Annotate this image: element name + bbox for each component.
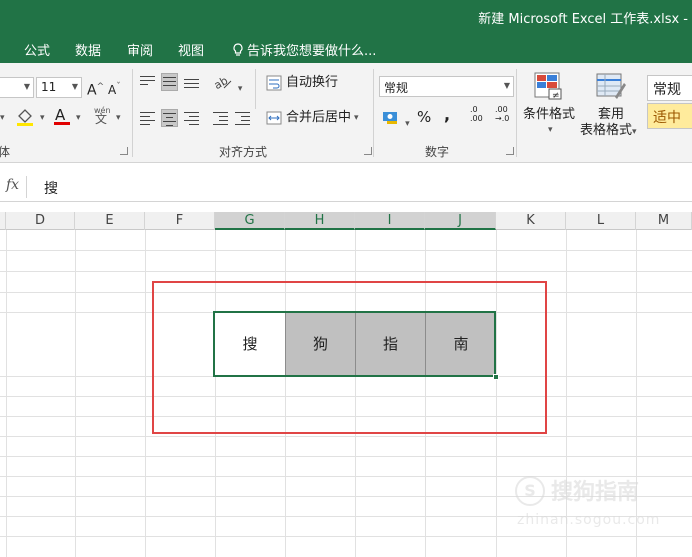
svg-text:A: A xyxy=(55,106,66,124)
column-header-d[interactable]: D xyxy=(6,212,75,230)
column-header-j[interactable]: J xyxy=(425,212,496,230)
column-header-l[interactable]: L xyxy=(566,212,636,230)
align-bottom-icon[interactable] xyxy=(183,73,200,91)
increase-decimal-button[interactable]: .0 .00 xyxy=(470,105,483,123)
svg-text:ab: ab xyxy=(212,74,230,91)
tell-me-box[interactable]: 告诉我您想要做什么... xyxy=(232,40,376,59)
column-header-k[interactable]: K xyxy=(496,212,566,230)
cell-g[interactable]: 搜 xyxy=(215,312,285,376)
formula-input[interactable]: 搜 xyxy=(44,178,58,198)
wrap-text-icon xyxy=(266,75,282,91)
orientation-button[interactable]: ab ▾ xyxy=(212,73,243,99)
merge-cells-icon xyxy=(266,111,282,125)
column-header-i[interactable]: I xyxy=(355,212,425,230)
conditional-format-button[interactable]: 条件格式 xyxy=(523,105,575,125)
column-header-f[interactable]: F xyxy=(145,212,215,230)
column-header-h[interactable]: H xyxy=(285,212,355,230)
font-size-dropdown[interactable]: 11 ▼ xyxy=(36,77,82,98)
text-orientation-icon: ab xyxy=(212,74,232,92)
number-format-dropdown[interactable]: 常规 ▼ xyxy=(379,76,514,97)
align-right-icon[interactable] xyxy=(183,109,200,127)
font-color-button[interactable]: A xyxy=(52,105,72,134)
decrease-font-size-button[interactable]: Aˇ xyxy=(108,77,121,100)
number-dialog-launcher[interactable] xyxy=(506,147,514,155)
decrease-decimal-top: .00 xyxy=(495,105,508,114)
tab-view[interactable]: 视图 xyxy=(178,40,204,59)
merge-center-button[interactable]: 合并后居中 ▾ xyxy=(265,108,359,128)
accounting-format-button[interactable]: ▾ xyxy=(381,108,410,134)
align-left-icon[interactable] xyxy=(139,109,156,127)
svg-text:≠: ≠ xyxy=(552,91,560,101)
window-title: 新建 Microsoft Excel 工作表.xlsx - xyxy=(478,12,688,27)
ribbon: ▼ 11 ▼ A^ Aˇ ▾ ▾ A ▾ wén 文 ▾ 体 ab ▾ 自动换行… xyxy=(0,63,692,163)
comma-style-button[interactable]: , xyxy=(444,105,450,125)
format-as-table-line2: 表格格式 xyxy=(580,123,633,138)
title-bar: 新建 Microsoft Excel 工作表.xlsx - xyxy=(0,0,692,33)
increase-decimal-bottom: .00 xyxy=(470,114,483,123)
column-header-m[interactable]: M xyxy=(636,212,692,230)
font-dialog-launcher[interactable] xyxy=(120,147,128,155)
style-neutral[interactable]: 适中 xyxy=(647,103,692,129)
cell-h[interactable]: 狗 xyxy=(285,312,355,376)
column-header-e[interactable]: E xyxy=(75,212,145,230)
align-top-icon[interactable] xyxy=(139,73,156,91)
wrap-text-label: 自动换行 xyxy=(286,75,339,90)
format-as-table-button[interactable]: 表格格式▾ xyxy=(580,121,637,142)
fill-bucket-icon xyxy=(17,109,33,126)
cell-i[interactable]: 指 xyxy=(355,312,425,376)
worksheet-grid[interactable] xyxy=(0,230,692,557)
format-as-table-icon[interactable] xyxy=(595,71,627,108)
number-group-label: 数字 xyxy=(425,145,450,159)
alignment-group-label: 对齐方式 xyxy=(219,145,268,159)
column-header-g[interactable]: G xyxy=(215,212,285,230)
decrease-decimal-button[interactable]: .00 →.0 xyxy=(495,105,509,123)
decrease-decimal-bottom: →.0 xyxy=(495,114,510,123)
cell-j[interactable]: 南 xyxy=(425,312,496,376)
font-group-label: 体 xyxy=(0,145,11,159)
increase-indent-icon[interactable] xyxy=(234,109,251,127)
increase-font-size-button[interactable]: A^ xyxy=(87,77,104,101)
formula-bar: fx 搜 xyxy=(0,172,692,202)
increase-decimal-top: .0 xyxy=(470,105,478,114)
font-name-dropdown[interactable]: ▼ xyxy=(0,77,34,98)
function-icon[interactable]: fx xyxy=(6,177,19,193)
phonetic-guide-button[interactable]: wén 文 xyxy=(92,105,112,134)
fill-handle[interactable] xyxy=(493,374,499,380)
borders-dropdown[interactable]: ▾ xyxy=(0,107,5,128)
wrap-text-button[interactable]: 自动换行 xyxy=(265,73,338,93)
tab-formulas[interactable]: 公式 xyxy=(24,40,50,59)
number-format-value: 常规 xyxy=(384,81,409,95)
ribbon-tabs: 公式 数据 审阅 视图 告诉我您想要做什么... xyxy=(0,33,692,63)
tab-data[interactable]: 数据 xyxy=(75,40,101,59)
font-size-value: 11 xyxy=(41,80,57,94)
percent-style-button[interactable]: % xyxy=(417,107,431,127)
phonetic-label: wén xyxy=(94,106,111,115)
tell-me-text: 告诉我您想要做什么... xyxy=(247,44,377,59)
font-color-icon: A xyxy=(54,106,70,125)
align-middle-icon[interactable] xyxy=(161,73,178,91)
style-normal[interactable]: 常规 xyxy=(647,75,692,101)
column-headers: D E F G H I J K L M xyxy=(0,212,692,230)
conditional-format-icon[interactable]: ≠ xyxy=(533,71,563,108)
merge-center-label: 合并后居中 xyxy=(286,110,352,125)
currency-icon xyxy=(383,112,397,124)
decrease-indent-icon[interactable] xyxy=(212,109,229,127)
tab-review[interactable]: 审阅 xyxy=(127,40,153,59)
fill-color-button[interactable] xyxy=(14,106,36,135)
alignment-dialog-launcher[interactable] xyxy=(364,147,372,155)
align-center-icon[interactable] xyxy=(161,109,178,127)
lightbulb-icon xyxy=(233,42,243,56)
